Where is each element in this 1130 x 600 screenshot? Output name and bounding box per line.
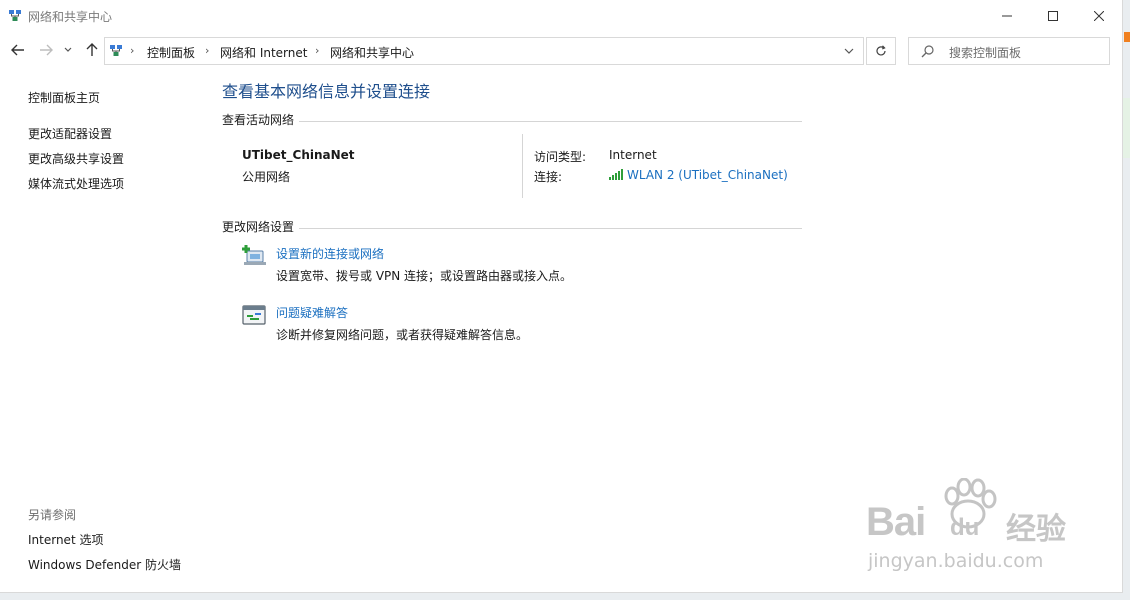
sidebar-media-streaming-options[interactable]: 媒体流式处理选项 [28,175,124,192]
troubleshoot-icon [242,305,266,325]
back-button[interactable] [8,40,28,60]
title-bar[interactable]: 网络和共享中心 [0,0,1122,32]
refresh-icon [876,45,886,56]
arrow-up-icon [86,43,98,56]
wifi-signal-icon [609,169,623,180]
network-sharing-center-window: 网络和共享中心 › 控制面板 › 网络和 Internet › 网络和共享中心 … [0,0,1123,593]
access-type-label: 访问类型: [534,150,587,164]
breadcrumb-separator-icon: › [315,44,320,57]
close-icon [1094,11,1104,21]
see-also-header: 另请参阅 [28,508,77,522]
setup-new-connection-link[interactable]: 设置新的连接或网络 [276,245,384,262]
maximize-icon [1048,11,1058,21]
network-name: UTibet_ChinaNet [242,148,355,162]
watermark-brand-du: du [950,514,980,541]
background-window-badge [1124,32,1130,42]
breadcrumb-network-internet[interactable]: 网络和 Internet [220,44,307,61]
change-settings-header: 更改网络设置 [222,220,295,234]
watermark-url: jingyan.baidu.com [868,550,1044,572]
breadcrumb-control-panel[interactable]: 控制面板 [147,44,195,61]
network-category[interactable]: 公用网络 [242,168,290,185]
arrow-right-icon [40,44,53,56]
up-button[interactable] [82,40,102,60]
troubleshoot-description: 诊断并修复网络问题，或者获得疑难解答信息。 [276,328,529,342]
sidebar-change-advanced-sharing[interactable]: 更改高级共享设置 [28,150,124,167]
breadcrumb-separator-icon: › [130,44,135,57]
close-button[interactable] [1076,0,1122,32]
recent-locations-button[interactable] [62,40,74,60]
address-bar[interactable]: › 控制面板 › 网络和 Internet › 网络和共享中心 [104,37,864,65]
page-title: 查看基本网络信息并设置连接 [222,82,431,101]
network-details-divider [522,134,523,198]
minimize-icon [1002,15,1012,17]
chevron-down-icon [844,48,854,54]
chevron-down-icon [64,47,72,52]
breadcrumb-separator-icon: › [205,44,210,57]
active-networks-header: 查看活动网络 [222,113,295,127]
maximize-button[interactable] [1030,0,1076,32]
forward-button[interactable] [36,40,56,60]
new-connection-icon [242,245,266,265]
minimize-button[interactable] [984,0,1030,32]
address-dropdown-button[interactable] [843,44,855,58]
setup-new-connection-description: 设置宽带、拨号或 VPN 连接；或设置路由器或接入点。 [276,269,573,283]
sidebar-change-adapter-settings[interactable]: 更改适配器设置 [28,125,112,142]
wlan-connection-link[interactable]: WLAN 2 (UTibet_ChinaNet) [609,168,788,182]
section-divider [299,228,802,229]
window-title: 网络和共享中心 [28,10,113,24]
network-location-icon [110,45,122,56]
watermark-cn: 经验 [1006,512,1066,547]
network-app-icon [9,10,21,21]
troubleshoot-link[interactable]: 问题疑难解答 [276,304,348,321]
desktop-background-right [1122,0,1130,600]
access-type-value: Internet [609,148,657,162]
watermark-brand: Bai [866,500,926,544]
wlan-connection-text[interactable]: WLAN 2 (UTibet_ChinaNet) [627,168,788,182]
background-window-edge [1123,98,1130,158]
arrow-left-icon [11,44,24,56]
connections-label: 连接: [534,170,563,184]
desktop-background-bottom [0,592,1130,600]
baidu-jingyan-watermark: Bai du 经验 jingyan.baidu.com [866,478,1076,578]
refresh-button[interactable] [866,37,896,65]
search-box[interactable]: 搜索控制面板 [908,37,1110,65]
search-placeholder: 搜索控制面板 [949,46,1022,60]
section-divider [299,121,802,122]
sidebar-control-panel-home[interactable]: 控制面板主页 [28,89,100,106]
see-also-windows-defender-firewall[interactable]: Windows Defender 防火墙 [28,556,181,573]
breadcrumb-network-sharing-center[interactable]: 网络和共享中心 [330,44,414,61]
search-icon [921,45,934,58]
see-also-internet-options[interactable]: Internet 选项 [28,531,103,548]
